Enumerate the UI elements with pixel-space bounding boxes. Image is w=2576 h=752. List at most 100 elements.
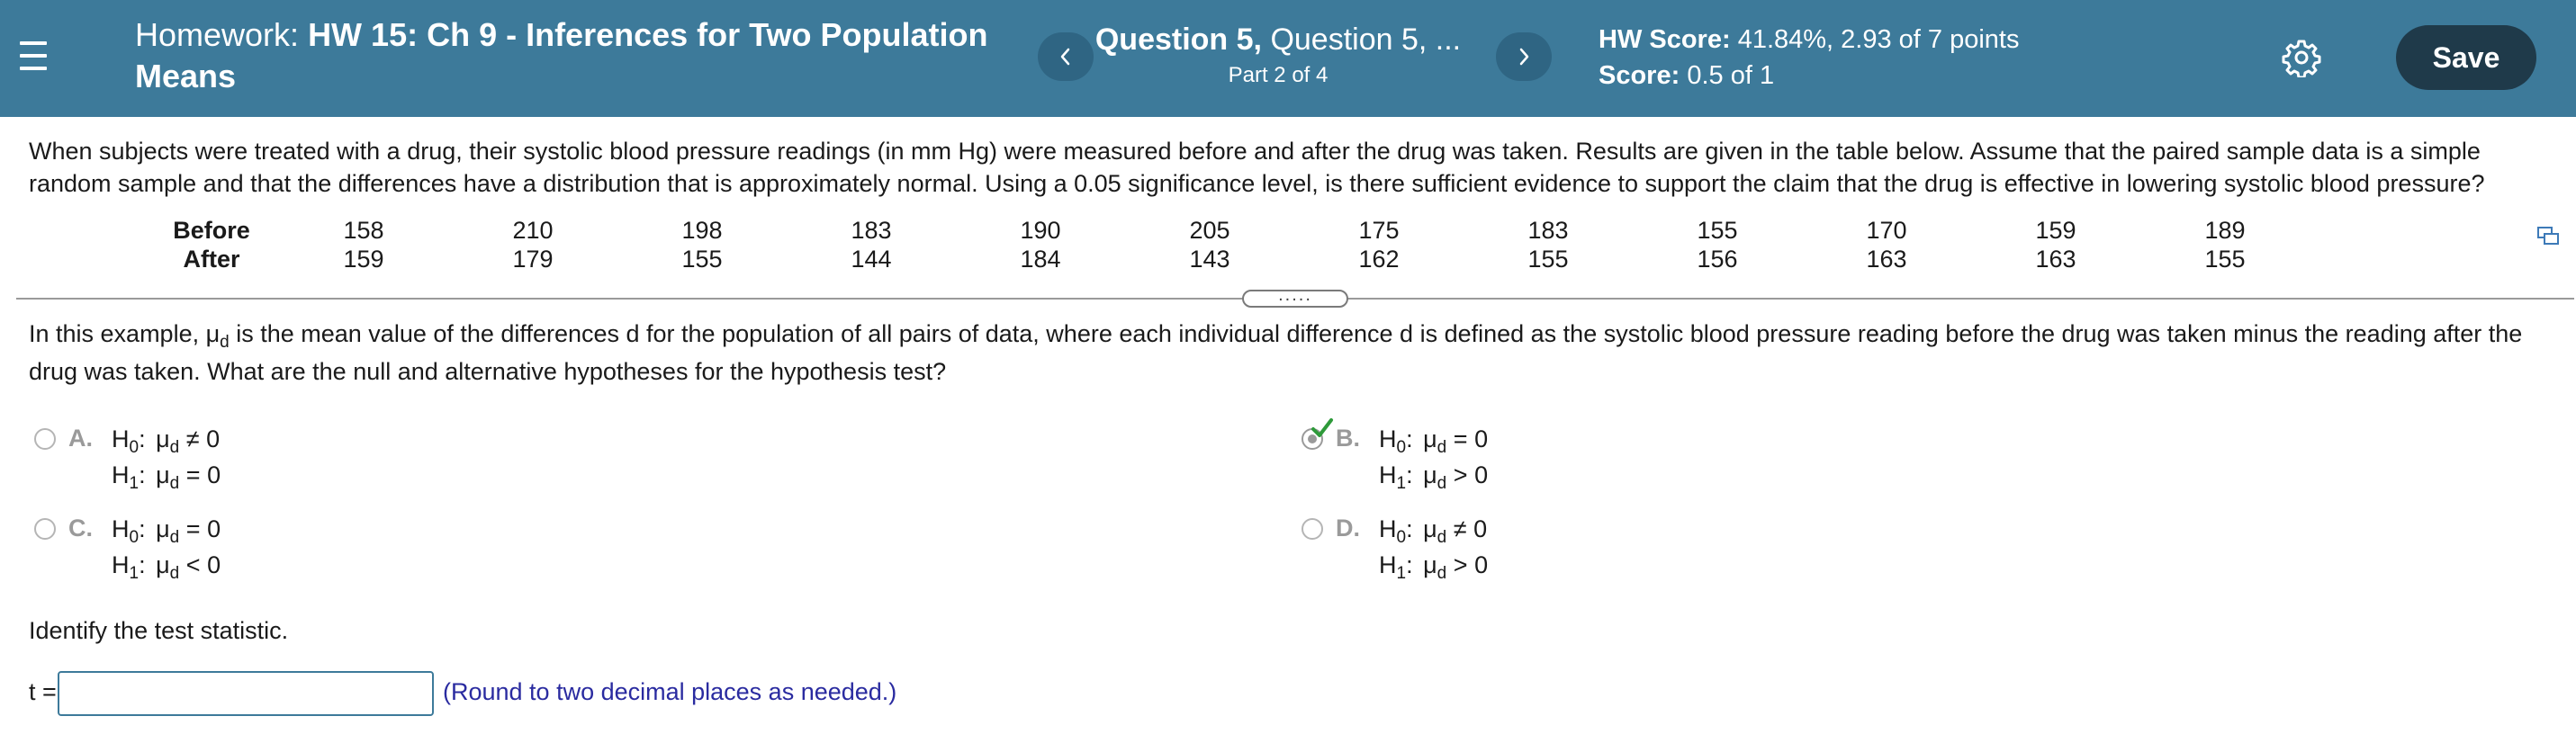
question-number: Question 5,	[1094, 22, 1262, 57]
subscript-d: d	[169, 564, 180, 583]
before-value: 159	[2035, 216, 2076, 244]
after-value: 163	[1866, 245, 1907, 273]
homework-title: Homework: HW 15: Ch 9 - Inferences for T…	[135, 14, 1017, 97]
radio-button[interactable]	[1302, 518, 1323, 540]
option-letter: B.	[1336, 425, 1360, 452]
correct-check-icon	[1311, 418, 1333, 437]
mu-symbol: μ	[1423, 425, 1437, 452]
subscript-0: 0	[1396, 528, 1407, 547]
h-symbol: H	[112, 461, 130, 488]
option-hypotheses: H0: μd ≠ 0 H1: μd = 0	[112, 423, 221, 495]
next-question-button[interactable]	[1496, 32, 1552, 81]
subscript-d: d	[169, 528, 180, 547]
homework-prefix: Homework:	[135, 16, 300, 53]
h-symbol: H	[1379, 425, 1397, 452]
before-value: 210	[512, 216, 554, 244]
subscript-d: d	[169, 438, 180, 457]
after-value: 143	[1189, 245, 1230, 273]
gear-icon[interactable]	[2282, 38, 2321, 77]
menu-icon[interactable]	[20, 38, 47, 74]
option-hypotheses: H0: μd = 0 H1: μd > 0	[1379, 423, 1488, 495]
question-prompt: In this example, μd is the mean value of…	[29, 315, 2558, 390]
question-title: Question 5, Question 5, ...	[1080, 20, 1476, 59]
mu-symbol: μ	[156, 461, 170, 488]
h-symbol: H	[112, 515, 130, 542]
option-hypotheses: H0: μd = 0 H1: μd < 0	[112, 513, 221, 585]
before-value: 158	[343, 216, 384, 244]
h-symbol: H	[1379, 551, 1397, 578]
mu-symbol: μ	[156, 551, 170, 578]
mu-symbol: μ	[156, 515, 170, 542]
h0-value: 0	[206, 425, 221, 452]
subscript-d: d	[220, 333, 230, 352]
chevron-right-icon	[1519, 48, 1529, 66]
copy-data-icon[interactable]	[2536, 225, 2560, 246]
before-row: Before 158 210 198 183 190 205 175 183 1…	[144, 216, 2310, 245]
h-symbol: H	[112, 551, 130, 578]
before-value: 183	[851, 216, 892, 244]
subscript-0: 0	[129, 438, 140, 457]
h-symbol: H	[1379, 461, 1397, 488]
colon: :	[1406, 461, 1413, 488]
after-row: After 159 179 155 144 184 143 162 155 15…	[144, 245, 2310, 273]
subscript-0: 0	[129, 528, 140, 547]
before-value: 183	[1527, 216, 1569, 244]
colon: :	[1406, 551, 1413, 578]
h1-value: 0	[1474, 461, 1489, 488]
h0-operator: =	[185, 515, 201, 542]
radio-button[interactable]	[34, 428, 56, 450]
subscript-1: 1	[1396, 564, 1407, 583]
score-panel: HW Score: 41.84%, 2.93 of 7 points Score…	[1599, 22, 2020, 94]
h1-value: 0	[207, 461, 221, 488]
after-value: 179	[512, 245, 554, 273]
save-button[interactable]: Save	[2396, 25, 2536, 90]
h1-value: 0	[1474, 551, 1489, 578]
colon: :	[1406, 515, 1413, 542]
h0-operator: ≠	[185, 425, 200, 452]
after-value: 163	[2035, 245, 2076, 273]
question-info: Question 5, Question 5, ... Part 2 of 4	[1080, 20, 1476, 90]
h0-value: 0	[207, 515, 221, 542]
identify-prompt: Identify the test statistic.	[29, 617, 289, 644]
h0-value: 0	[1473, 515, 1488, 542]
before-value: 155	[1697, 216, 1738, 244]
hw-score-label: HW Score:	[1599, 25, 1731, 54]
data-table: Before 158 210 198 183 190 205 175 183 1…	[144, 216, 2310, 273]
after-value: 155	[2204, 245, 2246, 273]
null-hypothesis: H0: μd = 0	[1379, 423, 1488, 459]
mu-symbol: μ	[1423, 515, 1437, 542]
option-letter: A.	[68, 425, 93, 452]
mu-symbol: μ	[205, 320, 221, 347]
score-value: 0.5 of 1	[1687, 61, 1775, 90]
h1-operator: <	[185, 551, 201, 578]
alternative-hypothesis: H1: μd = 0	[112, 459, 221, 495]
before-value: 190	[1020, 216, 1061, 244]
h-symbol: H	[112, 425, 130, 452]
before-value: 175	[1358, 216, 1400, 244]
subscript-1: 1	[129, 564, 140, 583]
expand-handle[interactable]: .....	[1242, 286, 1348, 308]
h0-operator: =	[1453, 425, 1468, 452]
score-label: Score:	[1599, 61, 1680, 90]
t-statistic-input[interactable]	[58, 671, 434, 716]
before-value: 198	[681, 216, 723, 244]
after-value: 155	[681, 245, 723, 273]
colon: :	[139, 425, 146, 452]
chevron-left-icon	[1060, 48, 1070, 66]
alternative-hypothesis: H1: μd > 0	[1379, 459, 1488, 495]
subscript-d: d	[1437, 438, 1447, 457]
after-value: 184	[1020, 245, 1061, 273]
null-hypothesis: H0: μd ≠ 0	[112, 423, 221, 459]
before-label: Before	[173, 216, 250, 244]
option-hypotheses: H0: μd ≠ 0 H1: μd > 0	[1379, 513, 1488, 585]
after-value: 162	[1358, 245, 1400, 273]
after-value: 156	[1697, 245, 1738, 273]
radio-button[interactable]	[34, 518, 56, 540]
subscript-d: d	[1437, 528, 1447, 547]
h1-operator: >	[1453, 461, 1468, 488]
alternative-hypothesis: H1: μd > 0	[1379, 549, 1488, 585]
mu-symbol: μ	[1423, 551, 1437, 578]
before-value: 170	[1866, 216, 1907, 244]
after-label: After	[183, 245, 240, 273]
after-value: 155	[1527, 245, 1569, 273]
